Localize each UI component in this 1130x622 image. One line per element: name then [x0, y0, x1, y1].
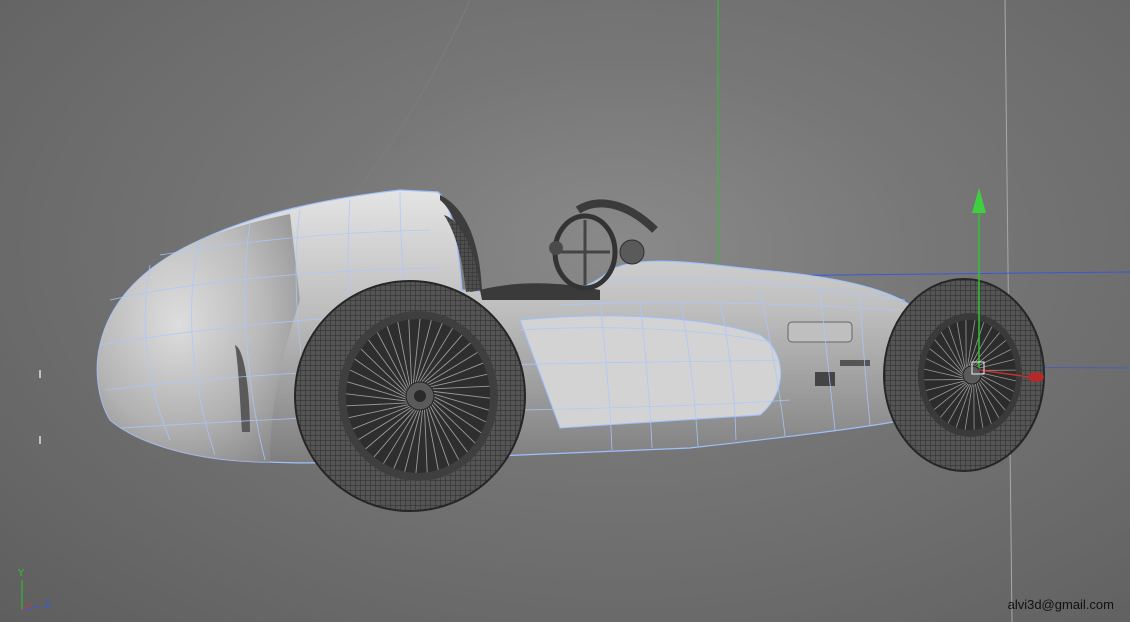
axis-z-label: Z [44, 600, 51, 611]
axis-indicator: Y Z [10, 568, 60, 614]
watermark-email: alvi3d@gmail.com [1007, 597, 1114, 612]
scene-canvas[interactable] [0, 0, 1130, 622]
axis-indicator-lines [21, 580, 41, 611]
3d-viewport[interactable]: Y Z alvi3d@gmail.com [0, 0, 1130, 622]
rear-wheel[interactable] [294, 280, 526, 512]
axis-y-label: Y [18, 568, 25, 579]
